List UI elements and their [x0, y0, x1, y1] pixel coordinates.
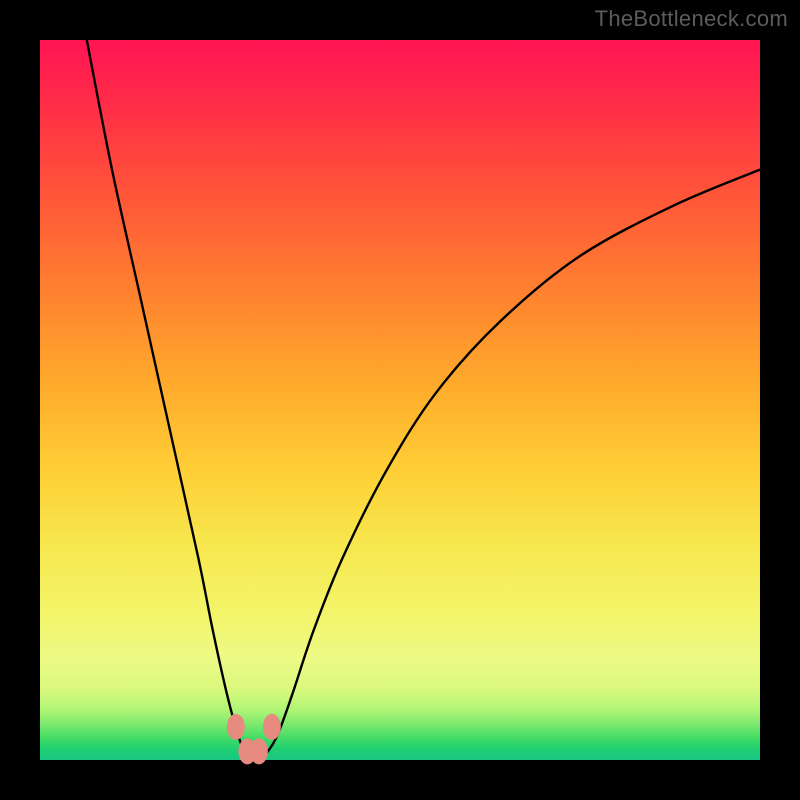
- curve-marker: [263, 714, 281, 740]
- curve-markers: [227, 714, 281, 764]
- plot-area: [40, 40, 760, 760]
- curve-layer: [40, 40, 760, 760]
- curve-marker: [227, 714, 245, 740]
- bottleneck-curve: [87, 40, 760, 758]
- watermark-text: TheBottleneck.com: [595, 6, 788, 32]
- chart-frame: TheBottleneck.com: [0, 0, 800, 800]
- curve-marker: [250, 738, 268, 764]
